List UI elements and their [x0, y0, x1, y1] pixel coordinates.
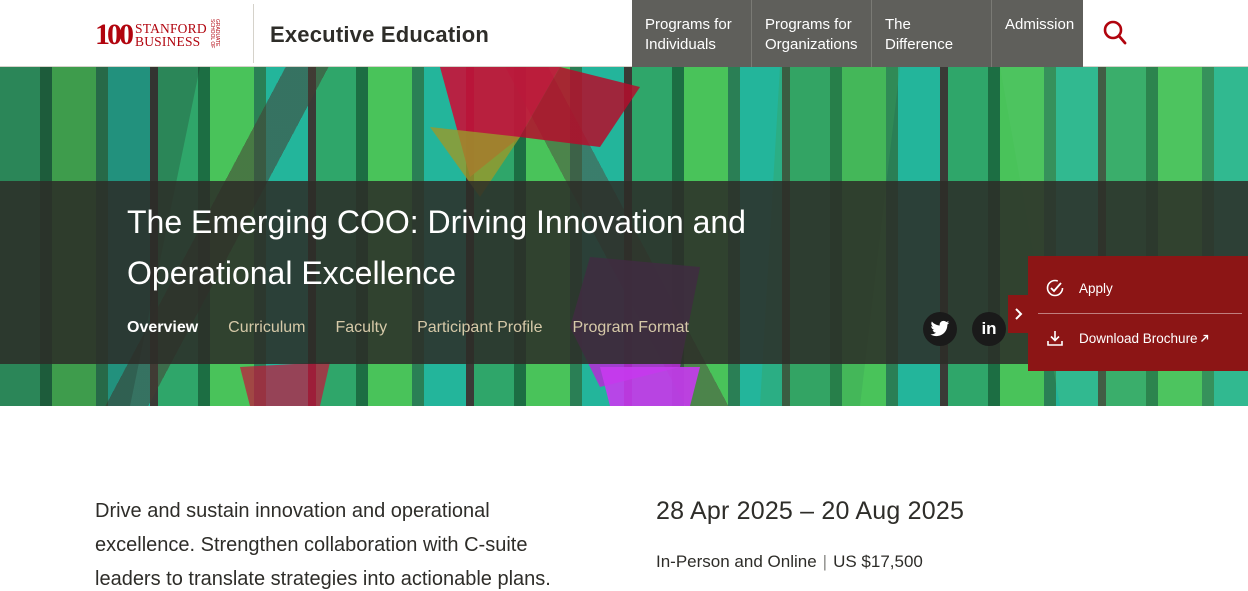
- apply-button[interactable]: Apply: [1028, 263, 1248, 313]
- nav-programs-individuals[interactable]: Programs for Individuals: [632, 0, 752, 67]
- header-divider: [253, 4, 254, 63]
- nav-admission[interactable]: Admission: [992, 0, 1083, 67]
- nav-programs-organizations[interactable]: Programs for Organizations: [752, 0, 872, 67]
- program-price: US $17,500: [833, 552, 923, 571]
- subnav-participant-profile[interactable]: Participant Profile: [417, 319, 542, 337]
- program-format-price: In-Person and Online | US $17,500: [656, 552, 923, 572]
- subnav-faculty[interactable]: Faculty: [336, 319, 388, 337]
- program-subnav: Overview Curriculum Faculty Participant …: [127, 319, 689, 337]
- download-brochure-label: Download Brochure: [1079, 330, 1198, 346]
- search-icon: [1103, 20, 1127, 45]
- program-intro: Drive and sustain innovation and operati…: [95, 500, 551, 590]
- logo-small-text: GRADUATE SCHOOL OF: [208, 19, 220, 49]
- nav-label: The Difference: [885, 16, 954, 53]
- action-panel-toggle[interactable]: [1008, 295, 1030, 333]
- nav-label: Admission: [1005, 16, 1075, 33]
- chevron-right-icon: [1015, 308, 1023, 320]
- program-format: In-Person and Online: [656, 552, 817, 571]
- nav-label: Programs for Individuals: [645, 16, 732, 53]
- subnav-overview[interactable]: Overview: [127, 319, 198, 337]
- nav-label: Programs for Organizations: [765, 16, 858, 53]
- logo-100-mark: 100: [95, 18, 134, 51]
- download-icon: [1044, 327, 1066, 349]
- download-brochure-button[interactable]: Download Brochure: [1028, 313, 1248, 363]
- subnav-program-format[interactable]: Program Format: [572, 319, 688, 337]
- site-title[interactable]: Executive Education: [270, 22, 489, 48]
- action-panel: Apply Download Brochure: [1028, 256, 1248, 371]
- apply-label: Apply: [1079, 280, 1113, 296]
- linkedin-share-button[interactable]: in: [972, 312, 1006, 346]
- logo-line-business: BUSINESS: [135, 34, 201, 49]
- program-title: The Emerging COO: Driving Innovation and…: [127, 204, 746, 291]
- subnav-curriculum[interactable]: Curriculum: [228, 319, 305, 337]
- program-dates: 28 Apr 2025 – 20 Aug 2025: [656, 497, 965, 525]
- nav-the-difference[interactable]: The Difference: [872, 0, 992, 67]
- twitter-icon: [930, 320, 950, 337]
- search-button[interactable]: [1098, 16, 1132, 50]
- twitter-share-button[interactable]: [923, 312, 957, 346]
- stanford-gsb-logo[interactable]: 100 STANFORD BUSINESS GRADUATE SCHOOL OF: [95, 19, 245, 51]
- format-separator: |: [822, 552, 828, 571]
- check-circle-icon: [1044, 277, 1066, 299]
- logo-wordmark: STANFORD BUSINESS: [135, 22, 207, 49]
- external-link-icon: [1200, 334, 1208, 342]
- site-header: 100 STANFORD BUSINESS GRADUATE SCHOOL OF…: [0, 0, 1248, 67]
- linkedin-icon: in: [981, 319, 997, 338]
- main-nav: Programs for Individuals Programs for Or…: [632, 0, 1083, 67]
